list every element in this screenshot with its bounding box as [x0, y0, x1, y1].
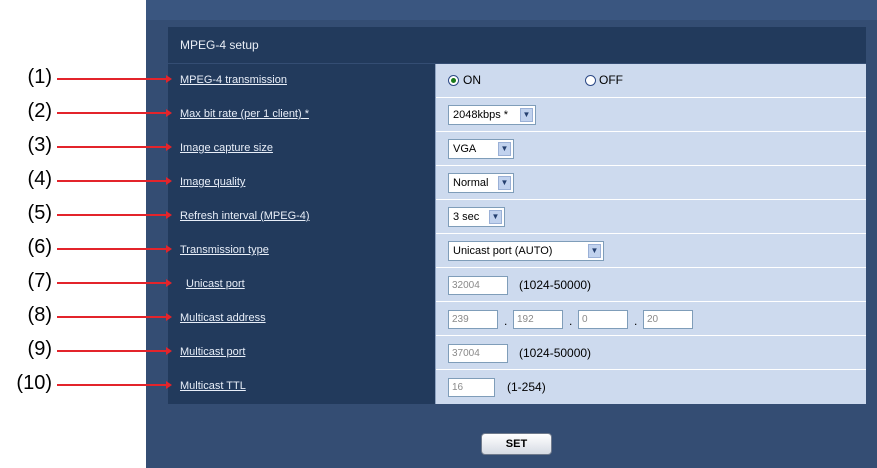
transmission-on-label: ON: [463, 73, 481, 87]
set-button[interactable]: SET: [481, 433, 552, 455]
multicast-octet-1[interactable]: 239: [448, 310, 498, 329]
callout-line: [57, 214, 168, 216]
callout-line: [57, 248, 168, 250]
callout-line: [57, 384, 168, 386]
callout-6: (6): [0, 232, 172, 266]
callout-line: [57, 180, 168, 182]
row-mpeg4-transmission: MPEG-4 transmission ON OFF: [168, 64, 866, 98]
row-image-capture-size: Image capture size VGA ▼: [168, 132, 866, 166]
panel-top-band: [146, 0, 877, 20]
chevron-down-icon: ▼: [520, 108, 533, 122]
transmission-off-label: OFF: [599, 73, 623, 87]
multicast-port-input[interactable]: 37004: [448, 344, 508, 363]
section-title: MPEG-4 setup: [168, 27, 866, 63]
multicast-octet-4[interactable]: 20: [643, 310, 693, 329]
callout-2: (2): [0, 96, 172, 130]
callout-line: [57, 282, 168, 284]
row-multicast-address: Multicast address 239 . 192 . 0 . 20: [168, 302, 866, 336]
unicast-port-link[interactable]: Unicast port: [186, 278, 245, 290]
callout-4: (4): [0, 164, 172, 198]
refresh-interval-link[interactable]: Refresh interval (MPEG-4): [180, 210, 310, 222]
chevron-down-icon: ▼: [588, 244, 601, 258]
multicast-octet-3[interactable]: 0: [578, 310, 628, 329]
unicast-port-input[interactable]: 32004: [448, 276, 508, 295]
row-refresh-interval: Refresh interval (MPEG-4) 3 sec ▼: [168, 200, 866, 234]
callout-line: [57, 350, 168, 352]
chevron-down-icon: ▼: [498, 142, 511, 156]
multicast-address-link[interactable]: Multicast address: [180, 312, 266, 324]
callout-8: (8): [0, 300, 172, 334]
multicast-port-range: (1024-50000): [519, 346, 592, 360]
transmission-off-radio[interactable]: [585, 75, 596, 86]
unicast-port-range: (1024-50000): [519, 278, 592, 292]
image-capture-size-select[interactable]: VGA ▼: [448, 139, 514, 159]
transmission-type-link[interactable]: Transmission type: [180, 244, 269, 256]
image-quality-link[interactable]: Image quality: [180, 176, 245, 188]
callout-line: [57, 146, 168, 148]
image-quality-select[interactable]: Normal ▼: [448, 173, 514, 193]
row-multicast-ttl: Multicast TTL 16 (1-254): [168, 370, 866, 404]
callout-10: (10): [0, 368, 172, 402]
transmission-type-select[interactable]: Unicast port (AUTO) ▼: [448, 241, 604, 261]
row-unicast-port: Unicast port 32004 (1024-50000): [168, 268, 866, 302]
chevron-down-icon: ▼: [489, 210, 502, 224]
callout-line: [57, 78, 168, 80]
row-image-quality: Image quality Normal ▼: [168, 166, 866, 200]
max-bit-rate-link[interactable]: Max bit rate (per 1 client) *: [180, 108, 309, 120]
callout-line: [57, 316, 168, 318]
callout-9: (9): [0, 334, 172, 368]
callout-7: (7): [0, 266, 172, 300]
refresh-interval-select[interactable]: 3 sec ▼: [448, 207, 505, 227]
row-multicast-port: Multicast port 37004 (1024-50000): [168, 336, 866, 370]
chevron-down-icon: ▼: [498, 176, 511, 190]
image-capture-size-link[interactable]: Image capture size: [180, 142, 273, 154]
multicast-port-link[interactable]: Multicast port: [180, 346, 245, 358]
multicast-ttl-range: (1-254): [507, 380, 546, 394]
multicast-octet-2[interactable]: 192: [513, 310, 563, 329]
transmission-on-radio[interactable]: [448, 75, 459, 86]
max-bit-rate-select[interactable]: 2048kbps * ▼: [448, 105, 536, 125]
callout-3: (3): [0, 130, 172, 164]
row-transmission-type: Transmission type Unicast port (AUTO) ▼: [168, 234, 866, 268]
mpeg4-transmission-link[interactable]: MPEG-4 transmission: [180, 74, 287, 86]
callout-line: [57, 112, 168, 114]
multicast-ttl-link[interactable]: Multicast TTL: [180, 380, 246, 392]
row-max-bit-rate: Max bit rate (per 1 client) * 2048kbps *…: [168, 98, 866, 132]
callout-5: (5): [0, 198, 172, 232]
callout-1: (1): [0, 62, 172, 96]
multicast-ttl-input[interactable]: 16: [448, 378, 495, 397]
